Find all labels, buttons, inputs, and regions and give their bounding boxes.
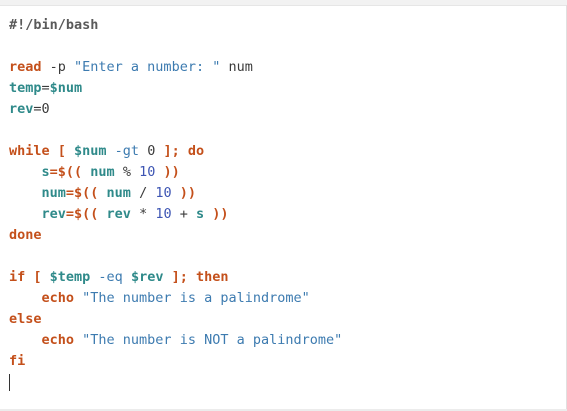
code-line-9: num=$(( num / 10 )) bbox=[9, 183, 561, 204]
string-literal: "The number is a palindrome" bbox=[74, 290, 310, 306]
keyword: read bbox=[9, 59, 42, 75]
number: 0 bbox=[41, 101, 50, 117]
variable-ref: $num bbox=[74, 143, 107, 159]
keyword: while bbox=[9, 143, 50, 159]
code-line-5: rev=0 bbox=[9, 99, 561, 120]
keyword: else bbox=[9, 311, 42, 327]
operator: * bbox=[130, 206, 156, 222]
code-line-3: read -p "Enter a number: " num bbox=[9, 57, 561, 78]
code-line-11: done bbox=[9, 225, 561, 246]
code-line-4: temp=$num bbox=[9, 78, 561, 99]
keyword: echo bbox=[41, 290, 75, 306]
code-line-16: echo "The number is NOT a palindrome" bbox=[9, 330, 561, 351]
variable: s bbox=[195, 206, 205, 222]
code-line-8: s=$(( num % 10 )) bbox=[9, 162, 561, 183]
code-line-14: echo "The number is a palindrome" bbox=[9, 288, 561, 309]
number: 10 bbox=[139, 164, 156, 180]
operator: + bbox=[171, 206, 196, 222]
variable: s bbox=[41, 164, 50, 180]
code-line-18 bbox=[9, 372, 561, 393]
bracket: ]; bbox=[155, 143, 188, 159]
keyword: fi bbox=[9, 353, 26, 369]
variable-ref: $rev bbox=[130, 269, 164, 285]
code-line-1: #!/bin/bash bbox=[9, 15, 561, 36]
variable-ref: $num bbox=[49, 80, 83, 96]
operator: = bbox=[33, 101, 42, 117]
keyword: do bbox=[187, 143, 205, 159]
number: 10 bbox=[155, 185, 172, 201]
variable: num bbox=[106, 185, 131, 201]
option: -p bbox=[41, 59, 75, 75]
code-line-7: while [ $num -gt 0 ]; do bbox=[9, 141, 561, 162]
arith-open: =$(( bbox=[65, 185, 107, 201]
arith-close: )) bbox=[171, 185, 196, 201]
operator: -gt bbox=[106, 143, 148, 159]
variable: num bbox=[90, 164, 115, 180]
code-line-17: fi bbox=[9, 351, 561, 372]
variable: rev bbox=[9, 101, 34, 117]
code-line-13: if [ $temp -eq $rev ]; then bbox=[9, 267, 561, 288]
window-top-edge bbox=[0, 0, 567, 6]
keyword: echo bbox=[41, 332, 75, 348]
variable: rev bbox=[41, 206, 66, 222]
code-line-15: else bbox=[9, 309, 561, 330]
operator: = bbox=[41, 80, 50, 96]
arith-close: )) bbox=[155, 164, 180, 180]
arith-open: =$(( bbox=[49, 164, 91, 180]
string-literal: "Enter a number: " bbox=[74, 59, 221, 75]
number: 10 bbox=[155, 206, 172, 222]
string-literal: "The number is NOT a palindrome" bbox=[74, 332, 343, 348]
keyword: then bbox=[195, 269, 229, 285]
variable: rev bbox=[106, 206, 131, 222]
keyword: done bbox=[9, 227, 42, 243]
operator: / bbox=[130, 185, 156, 201]
bracket: [ bbox=[25, 269, 50, 285]
keyword: if bbox=[9, 269, 26, 285]
operator: -eq bbox=[90, 269, 131, 285]
code-editor[interactable]: #!/bin/bash read -p "Enter a number: " n… bbox=[9, 15, 561, 405]
arith-close: )) bbox=[204, 206, 229, 222]
variable: num bbox=[41, 185, 66, 201]
operator: % bbox=[114, 164, 140, 180]
arith-open: =$(( bbox=[65, 206, 107, 222]
bracket: ]; bbox=[163, 269, 196, 285]
text-cursor bbox=[9, 373, 10, 391]
shebang: #!/bin/bash bbox=[9, 17, 99, 33]
bracket: [ bbox=[49, 143, 75, 159]
variable: temp bbox=[9, 80, 42, 96]
code-line-10: rev=$(( rev * 10 + s )) bbox=[9, 204, 561, 225]
argument: num bbox=[220, 59, 253, 75]
variable-ref: $temp bbox=[49, 269, 91, 285]
